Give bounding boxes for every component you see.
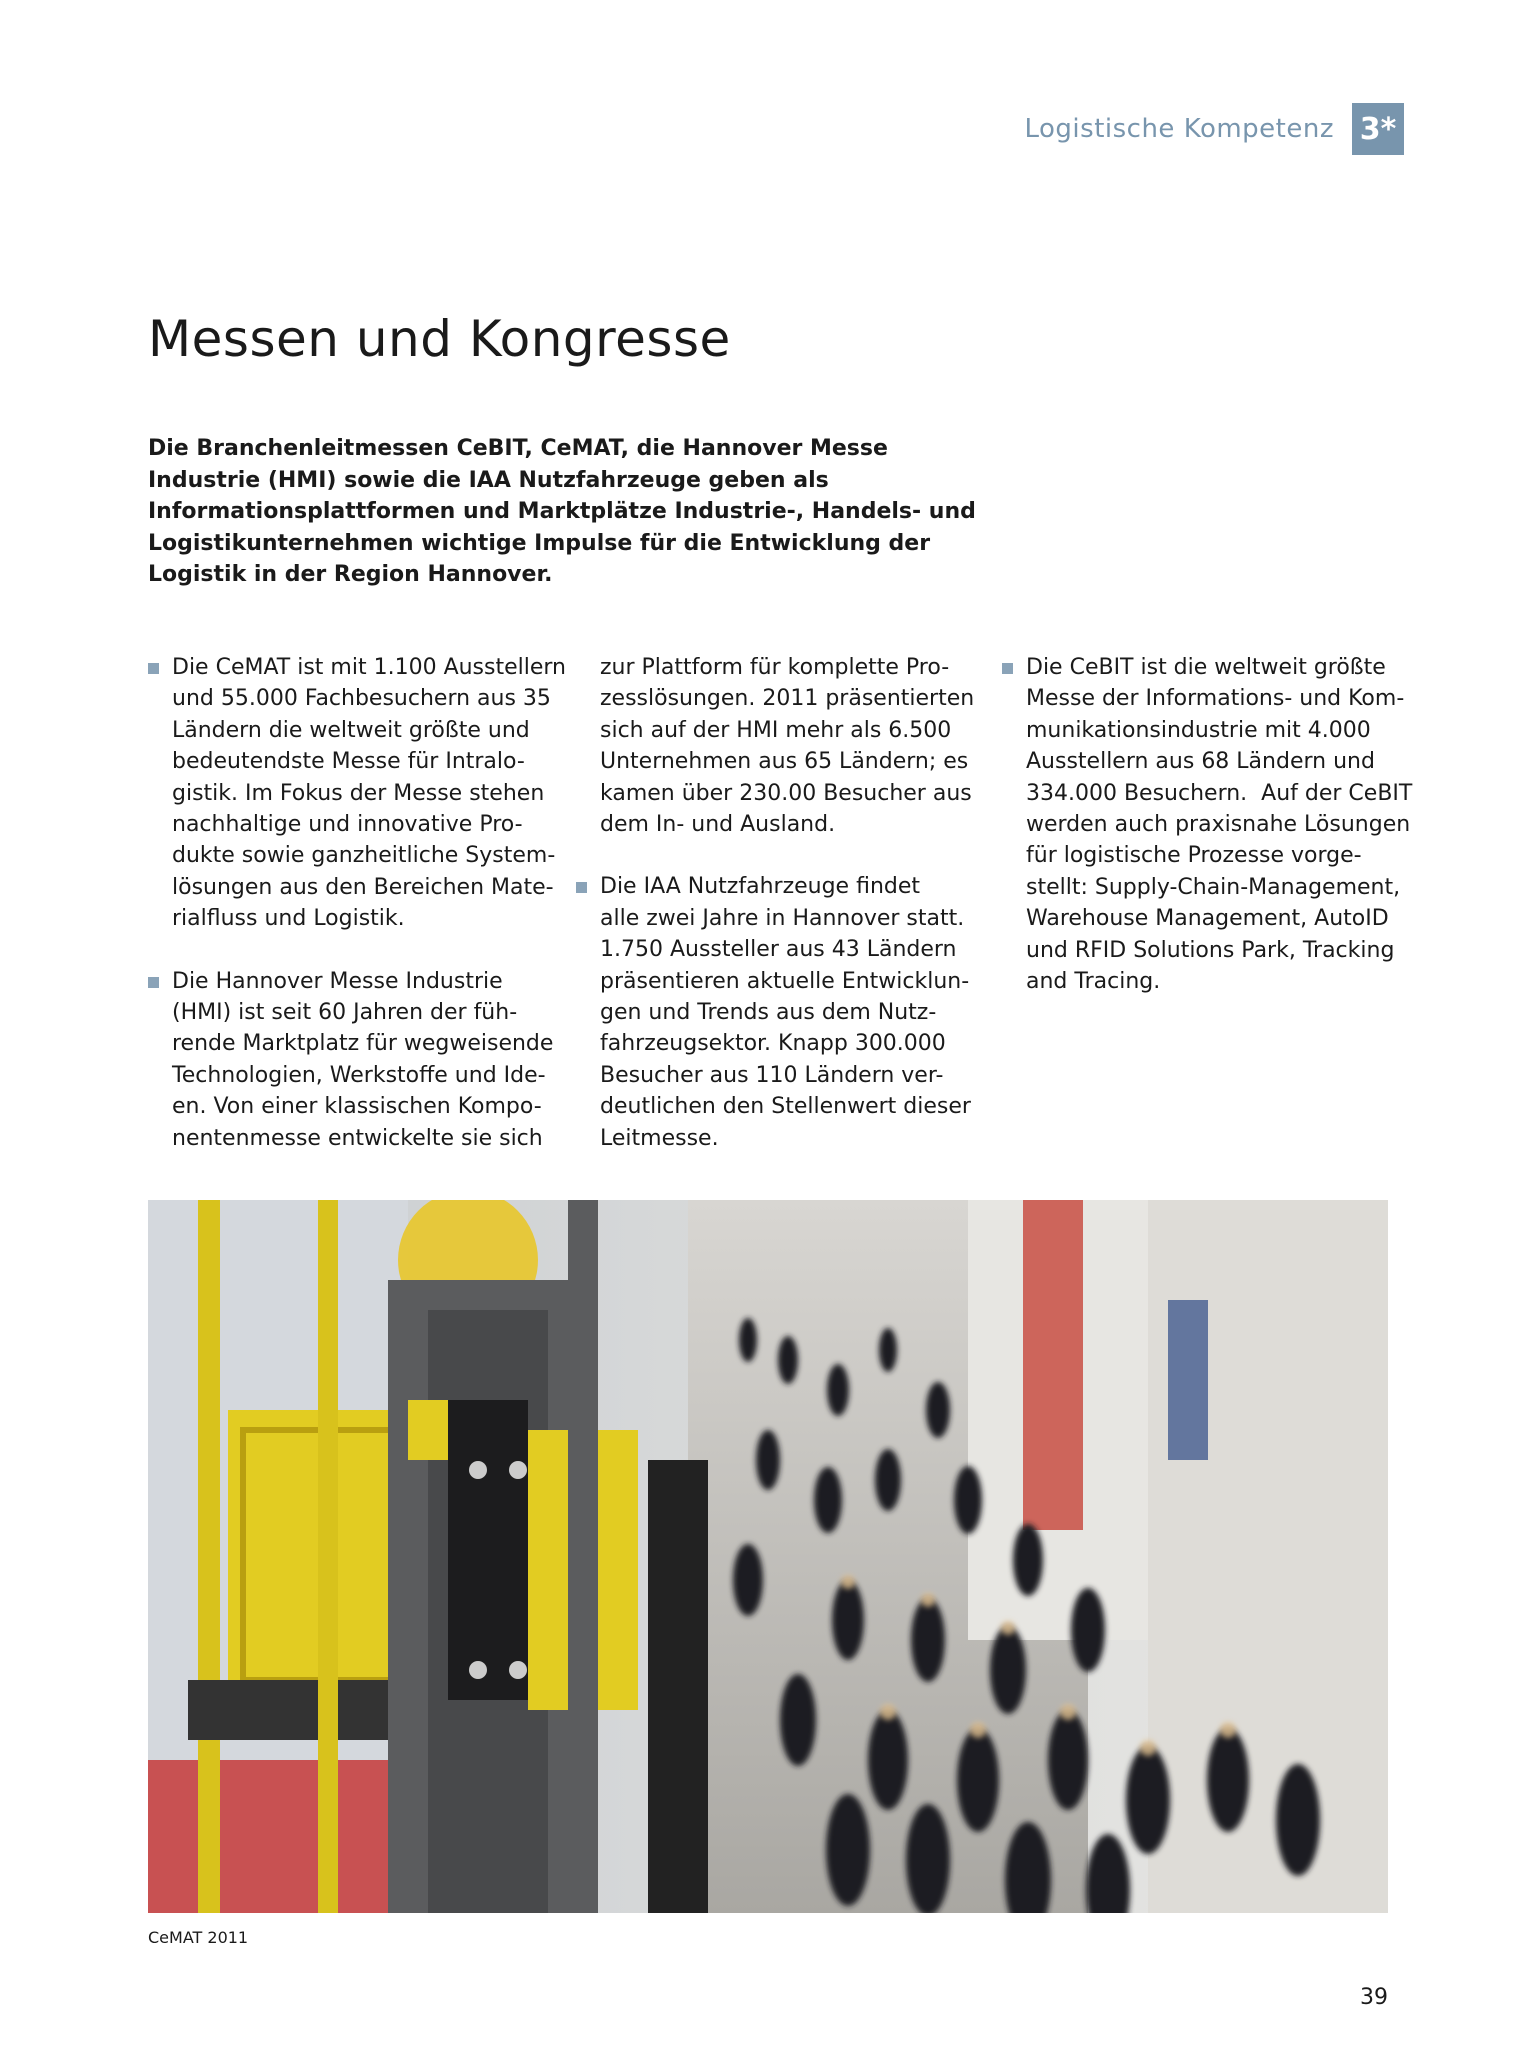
intro-paragraph: Die Branchenleitmessen CeBIT, CeMAT, die… <box>148 436 976 587</box>
bullet-item-iaa: Die IAA Nutzfahrzeuge findet alle zwei J… <box>576 871 986 1154</box>
page-title: Messen und Kongresse <box>148 310 731 368</box>
bullet-item-hmi: Die Hannover Messe Industrie (HMI) ist s… <box>148 966 558 1154</box>
paragraph-text: zur Plattform für komplette Pro- zesslös… <box>600 655 975 838</box>
bullet-square-icon <box>148 976 159 988</box>
photo-caption: CeMAT 2011 <box>148 1928 249 1947</box>
section-header: Logistische Kompetenz 3* <box>1024 103 1404 155</box>
bullet-item-cebit: Die CeBIT ist die weltweit größte Messe … <box>1002 652 1422 997</box>
bullet-square-icon <box>1002 663 1013 674</box>
section-number-badge: 3* <box>1352 103 1404 155</box>
text-column-3: Die CeBIT ist die weltweit größte Messe … <box>1002 652 1422 997</box>
text-column-1: Die CeMAT ist mit 1.100 Ausstellern und … <box>148 652 567 1154</box>
bullet-text: Die CeMAT ist mit 1.100 Ausstellern und … <box>172 655 567 932</box>
text-column-2: zur Plattform für komplette Pro- zesslös… <box>576 652 986 1154</box>
bullet-text: Die CeBIT ist die weltweit größte Messe … <box>1026 655 1413 995</box>
bullet-text: Die Hannover Messe Industrie (HMI) ist s… <box>172 968 554 1151</box>
bullet-square-icon <box>576 882 587 894</box>
bullet-text: Die IAA Nutzfahrzeuge findet alle zwei J… <box>600 874 971 1151</box>
bullet-square-icon <box>148 663 159 674</box>
continued-paragraph: zur Plattform für komplette Pro- zesslös… <box>576 652 986 840</box>
trade-fair-photo <box>148 1200 1388 1913</box>
page-number: 39 <box>1360 1985 1388 2010</box>
bullet-item-cemat: Die CeMAT ist mit 1.100 Ausstellern und … <box>148 652 567 935</box>
section-label: Logistische Kompetenz <box>1024 114 1334 144</box>
